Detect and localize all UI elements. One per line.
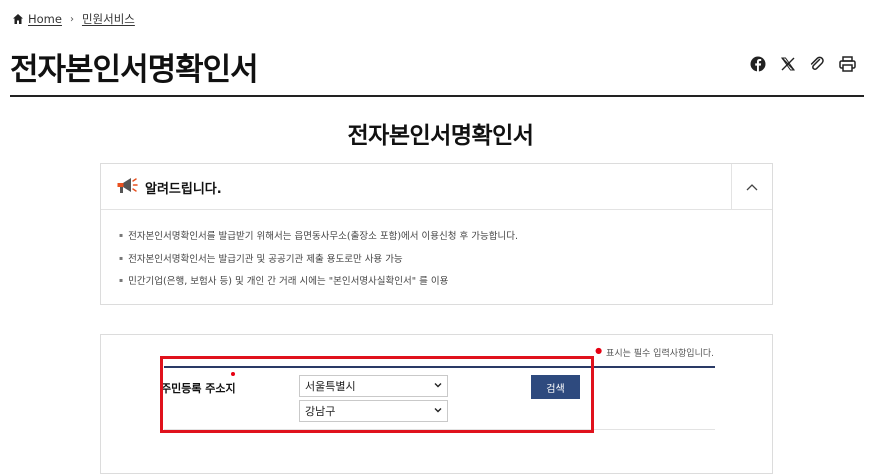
x-icon[interactable] bbox=[779, 55, 797, 73]
district-select[interactable]: 강남구 bbox=[299, 400, 448, 422]
breadcrumb-separator: › bbox=[69, 13, 74, 25]
title-divider bbox=[10, 95, 864, 97]
required-marker bbox=[231, 372, 235, 376]
chevron-down-icon bbox=[434, 383, 442, 388]
notice-list: 전자본인서명확인서를 발급받기 위해서는 읍면동사무소(출장소 포함)에서 이용… bbox=[119, 230, 518, 298]
megaphone-icon bbox=[117, 178, 138, 193]
chevron-up-icon bbox=[746, 183, 758, 190]
search-button[interactable]: 검색 bbox=[531, 375, 580, 399]
required-note: ● 표시는 필수 입력사항입니다. bbox=[595, 346, 714, 359]
required-note-text: 표시는 필수 입력사항입니다. bbox=[606, 349, 714, 359]
notice-item: 민간기업(은행, 보험사 등) 및 개인 간 거래 시에는 "본인서명사실확인서… bbox=[119, 275, 518, 298]
collapse-toggle-button[interactable] bbox=[731, 164, 772, 209]
form-row-divider bbox=[164, 429, 715, 430]
breadcrumb-home-link[interactable]: Home bbox=[28, 12, 62, 26]
address-label: 주민등록 주소지 bbox=[161, 382, 236, 395]
home-icon bbox=[13, 14, 23, 24]
district-select-value: 강남구 bbox=[305, 405, 336, 418]
chevron-down-icon bbox=[434, 408, 442, 413]
required-dot-icon: ● bbox=[595, 346, 603, 355]
address-form: ● 표시는 필수 입력사항입니다. 주민등록 주소지 서울특별시 강남구 검색 bbox=[100, 334, 773, 474]
notice-item: 전자본인서명확인서를 발급받기 위해서는 읍면동사무소(출장소 포함)에서 이용… bbox=[119, 230, 518, 253]
breadcrumb-current-link[interactable]: 민원서비스 bbox=[82, 11, 135, 27]
notice-header: 알려드립니다. bbox=[101, 164, 772, 210]
page-title: 전자본인서명확인서 bbox=[10, 52, 259, 88]
breadcrumb: Home › 민원서비스 bbox=[12, 11, 135, 27]
city-select[interactable]: 서울특별시 bbox=[299, 375, 448, 397]
form-top-rule bbox=[164, 366, 715, 368]
city-select-value: 서울특별시 bbox=[305, 380, 356, 393]
print-icon[interactable] bbox=[838, 55, 856, 73]
notice-item: 전자본인서명확인서는 발급기관 및 공공기관 제출 용도로만 사용 가능 bbox=[119, 253, 518, 276]
notice-panel: 알려드립니다. 전자본인서명확인서를 발급받기 위해서는 읍면동사무소(출장소 … bbox=[100, 163, 773, 305]
facebook-icon[interactable] bbox=[749, 55, 767, 73]
content-title: 전자본인서명확인서 bbox=[347, 123, 534, 149]
notice-title: 알려드립니다. bbox=[145, 182, 222, 197]
clip-icon[interactable] bbox=[808, 55, 826, 73]
